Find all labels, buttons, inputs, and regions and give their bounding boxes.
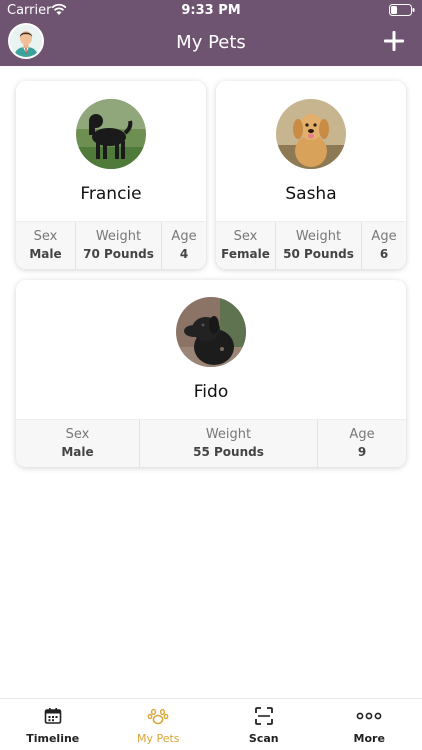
stat-label: Age [171,229,197,244]
battery-icon [389,4,415,16]
stat-value: 6 [379,247,389,261]
black-poodle-image [76,99,146,169]
stat-value: 4 [179,247,189,261]
pet-stats: Sex Female Weight 50 Pounds Age 6 [216,221,406,269]
pet-name: Fido [193,382,229,402]
stat-value: Male [61,445,94,459]
pet-stats: Sex Male Weight 70 Pounds Age 4 [16,221,206,269]
stat-label: Weight [95,229,142,244]
golden-retriever-image [276,99,346,169]
more-icon [356,712,382,720]
tab-timeline[interactable]: Timeline [0,699,106,750]
stat-age: Age 6 [362,222,406,269]
tab-bar: Timeline My Pets Scan More [0,698,422,750]
page-title: My Pets [176,32,246,53]
status-bar: Carrier 9:33 PM [0,0,422,22]
pet-card-fido[interactable]: Fido Sex Male Weight 55 Pounds Age 9 [16,280,406,467]
stat-value: 55 Pounds [193,445,264,459]
pet-photo-fido [176,297,246,367]
stat-label: Weight [205,427,252,442]
stat-label: Weight [295,229,342,244]
stat-value: 70 Pounds [83,247,154,261]
stat-value: Male [29,247,62,261]
tab-label: Scan [248,732,279,745]
pet-card-francie[interactable]: Francie Sex Male Weight 70 Pounds Age 4 [16,81,206,269]
tab-scan[interactable]: Scan [211,699,317,750]
tab-label: More [353,732,385,745]
stat-value: Female [221,247,270,261]
calendar-icon [44,708,62,724]
status-time: 9:33 PM [181,3,241,18]
stat-weight: Weight 70 Pounds [76,222,162,269]
pet-card-sasha[interactable]: Sasha Sex Female Weight 50 Pounds Age 6 [216,81,406,269]
tab-label: Timeline [26,732,80,745]
stat-sex: Sex Male [16,222,76,269]
stat-label: Age [349,427,375,442]
pet-photo-francie [76,99,146,169]
stat-sex: Sex Female [216,222,276,269]
stat-sex: Sex Male [16,420,140,467]
stat-age: Age 4 [162,222,206,269]
pet-name: Sasha [285,184,337,204]
tab-label: My Pets [136,732,180,745]
stat-label: Sex [65,427,90,442]
stat-label: Age [371,229,397,244]
pet-name: Francie [80,184,142,204]
tab-more[interactable]: More [317,699,422,750]
app-header: Carrier 9:33 PM My Pets [0,0,422,66]
stat-weight: Weight 50 Pounds [276,222,362,269]
pet-stats: Sex Male Weight 55 Pounds Age 9 [16,419,406,467]
stat-label: Sex [233,229,258,244]
paw-icon [147,708,169,725]
tab-my-pets[interactable]: My Pets [106,699,212,750]
stat-weight: Weight 55 Pounds [140,420,318,467]
black-labrador-image [176,297,246,367]
stat-value: 50 Pounds [283,247,354,261]
pet-photo-sasha [276,99,346,169]
stat-label: Sex [33,229,58,244]
scan-icon [254,707,273,725]
add-pet-button[interactable] [382,29,406,53]
stat-age: Age 9 [318,420,406,467]
stat-value: 9 [357,445,367,459]
